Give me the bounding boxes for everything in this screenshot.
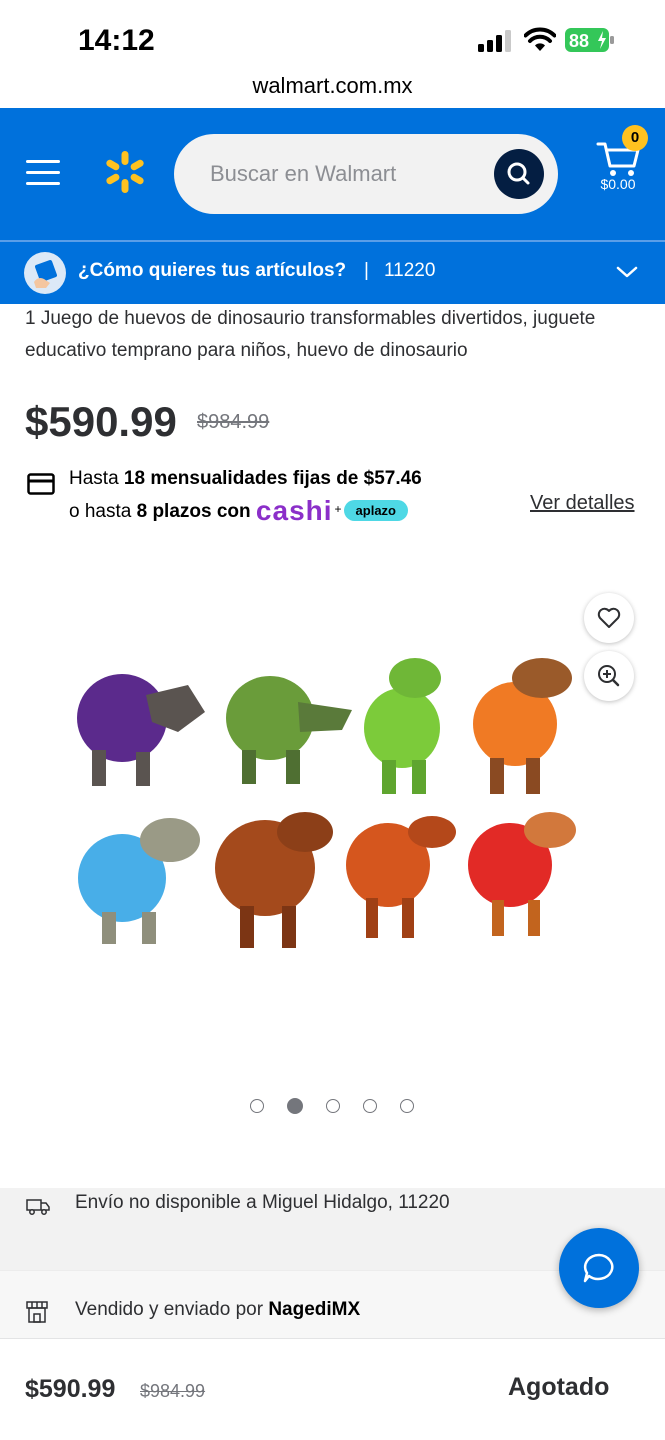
dino-toy — [78, 818, 200, 944]
dino-toy — [77, 674, 205, 786]
installments-plazos: 8 plazos con — [136, 501, 251, 522]
plus-sign: + — [334, 502, 342, 516]
sold-by: Vendido y enviado por NagediMX — [75, 1299, 360, 1321]
shipping-status: Envío no disponible a Miguel Hidalgo, 11… — [75, 1192, 450, 1213]
dino-toy — [226, 676, 352, 784]
cart-count-badge: 0 — [622, 125, 648, 151]
delivery-separator: | — [364, 260, 369, 281]
bottom-price: $590.99 — [25, 1375, 116, 1403]
carousel-dot-active[interactable] — [287, 1098, 303, 1114]
walmart-spark-icon[interactable] — [103, 150, 147, 194]
bottom-purchase-bar: $590.99 $984.99 Agotado — [0, 1338, 665, 1440]
out-of-stock-label: Agotado — [508, 1373, 610, 1401]
installments-prefix-2: o hasta — [69, 501, 137, 522]
dino-toy — [215, 812, 333, 948]
delivery-prompt: ¿Cómo quieres tus artículos? — [78, 260, 347, 281]
product-old-price: $984.99 — [197, 411, 270, 433]
bottom-old-price: $984.99 — [140, 1381, 206, 1401]
installments-line-2: o hasta 8 plazos con cashi + aplazo — [69, 495, 409, 527]
credit-card-icon — [27, 473, 55, 495]
delivery-selector[interactable]: ¿Cómo quieres tus artículos? | 11220 — [0, 240, 665, 304]
search-icon — [507, 162, 530, 185]
cart-total: $0.00 — [600, 176, 636, 192]
seller-name-link[interactable]: NagediMX — [268, 1299, 360, 1320]
battery-level: 88 — [569, 31, 589, 51]
installments-monthly: 18 mensualidades fijas de $57.46 — [123, 468, 422, 489]
search-input[interactable] — [210, 156, 480, 192]
store-icon — [26, 1301, 48, 1323]
delivery-options-icon — [24, 252, 66, 294]
product-price: $590.99 — [25, 398, 177, 445]
cellular-signal-icon — [478, 30, 511, 52]
site-header: 0 $0.00 — [0, 108, 665, 240]
truck-icon — [26, 1199, 50, 1215]
product-title: 1 Juego de huevos de dinosaurio transfor… — [25, 308, 596, 361]
carousel-dot[interactable] — [363, 1099, 377, 1113]
dino-toy — [364, 658, 441, 794]
dino-toy — [346, 816, 456, 938]
aplazo-logo: aplazo — [343, 500, 409, 521]
carousel-dot[interactable] — [326, 1099, 340, 1113]
status-bar: 14:12 88 — [0, 0, 665, 72]
chat-button[interactable] — [559, 1228, 639, 1308]
dino-toy — [468, 812, 576, 936]
dino-toy — [473, 658, 572, 794]
status-time: 14:12 — [78, 24, 155, 57]
delivery-zip: 11220 — [384, 260, 436, 281]
carousel-dot[interactable] — [400, 1099, 414, 1113]
installments-details-link[interactable]: Ver detalles — [530, 492, 635, 515]
battery-icon: 88 — [565, 28, 615, 52]
search-button[interactable] — [494, 149, 544, 199]
wifi-icon — [524, 27, 556, 51]
search-bar — [174, 134, 558, 214]
heart-icon — [597, 607, 621, 628]
browser-url[interactable]: walmart.com.mx — [0, 72, 665, 108]
chevron-down-icon — [616, 266, 638, 278]
product-image[interactable] — [60, 640, 600, 970]
carousel-dots — [250, 1098, 420, 1115]
installments-line-1: Hasta 18 mensualidades fijas de $57.46 — [69, 468, 422, 490]
installments-prefix: Hasta — [69, 468, 124, 489]
hamburger-menu-icon[interactable] — [26, 160, 60, 186]
sold-by-prefix: Vendido y enviado por — [75, 1299, 269, 1320]
favorite-button[interactable] — [584, 593, 634, 643]
chat-bubble-icon — [583, 1253, 614, 1283]
carousel-dot[interactable] — [250, 1099, 264, 1113]
cashi-logo: cashi — [255, 495, 333, 526]
